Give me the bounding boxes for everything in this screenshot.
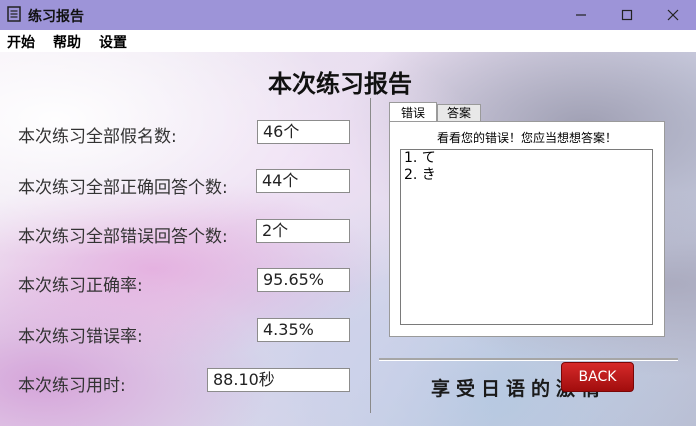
stat-value-error-rate: 4.35% [257,318,350,342]
stat-label-accuracy: 本次练习正确率: [18,276,143,296]
list-item[interactable]: 1. て [401,150,652,167]
minimize-button[interactable] [558,0,604,30]
horizontal-separator [379,358,678,361]
stat-value-wrong-count: 2个 [256,219,350,243]
notepad-icon [7,6,21,22]
list-item[interactable]: 2. き [401,167,652,184]
menu-bar: 开始 帮助 设置 [0,30,696,52]
tab-errors[interactable]: 错误 [389,102,437,122]
maximize-button[interactable] [604,0,650,30]
report-panel: 本次练习报告 本次练习全部假名数: 46个 本次练习全部正确回答个数: 44个 … [0,52,696,426]
stat-value-correct-count: 44个 [256,169,350,193]
stat-label-duration: 本次练习用时: [18,376,126,396]
page-title: 本次练习报告 [268,70,412,98]
errors-hint: 看看您的错误！您应当想想答案！ [436,131,617,145]
window-title: 练习报告 [28,9,84,25]
stat-label-wrong-count: 本次练习全部错误回答个数: [18,227,228,247]
stat-value-accuracy: 95.65% [257,268,350,292]
stat-label-total: 本次练习全部假名数: [18,127,177,147]
app-window: 练习报告 开始 帮助 设置 本次练习报告 本次练习全部假名数: 46个 本次练习… [0,0,696,426]
close-icon [667,6,679,25]
menu-settings[interactable]: 设置 [99,32,127,52]
errors-list[interactable]: 1. て 2. き [400,149,653,325]
minimize-icon [575,6,587,25]
errors-tab-panel: 看看您的错误！您应当想想答案！ 1. て 2. き [389,121,665,337]
vertical-divider [370,98,371,413]
tab-answers[interactable]: 答案 [437,104,481,122]
stat-label-correct-count: 本次练习全部正确回答个数: [18,178,228,198]
stat-value-total: 46个 [257,120,350,144]
title-bar[interactable]: 练习报告 [0,0,696,30]
menu-start[interactable]: 开始 [7,32,35,52]
close-button[interactable] [650,0,696,30]
menu-help[interactable]: 帮助 [53,32,81,52]
stat-label-error-rate: 本次练习错误率: [18,327,143,347]
back-button[interactable]: BACK [561,362,634,392]
stat-value-duration: 88.10秒 [207,368,350,392]
maximize-icon [621,6,633,25]
